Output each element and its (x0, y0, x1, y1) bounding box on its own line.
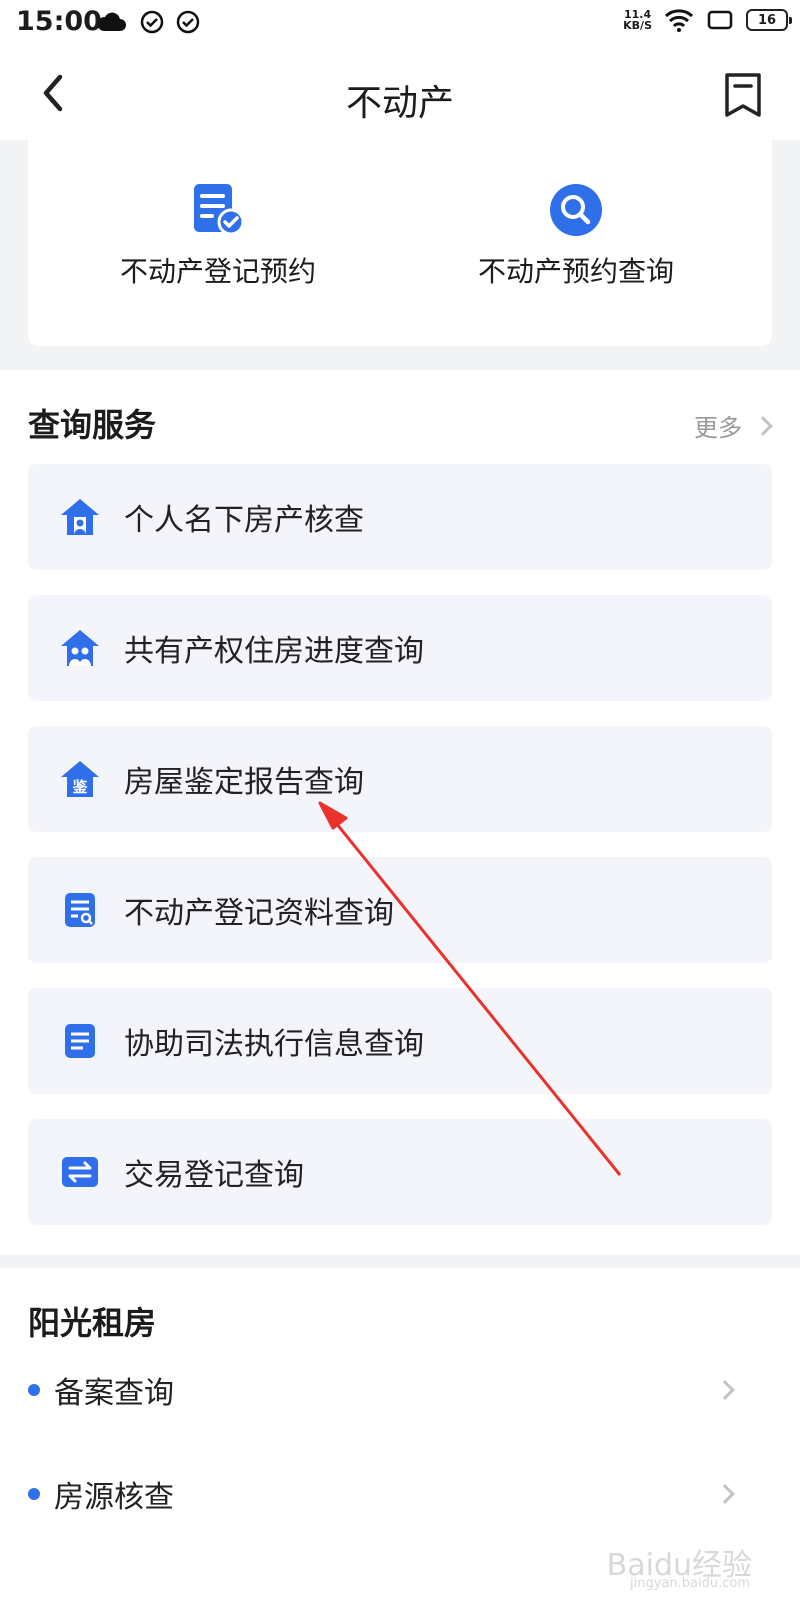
service-item-label: 交易登记查询 (124, 1158, 304, 1193)
rental-item-filing-query[interactable]: 备案查询 (28, 1360, 772, 1420)
service-item-shared-property-progress[interactable]: 共有产权住房进度查询 (28, 595, 772, 701)
watermark-url: jingyan.baidu.com (630, 1576, 750, 1591)
check-circle-icon (140, 10, 164, 34)
service-item-transaction-registration-query[interactable]: 交易登记查询 (28, 1119, 772, 1225)
quick-actions-card: 不动产登记预约 不动产预约查询 (28, 140, 772, 346)
status-bar: 15:00 11.4 KB/S 16 (0, 0, 800, 46)
bookmark-button[interactable] (722, 72, 764, 118)
service-item-appraisal-report-query[interactable]: 鉴 房屋鉴定报告查询 (28, 726, 772, 832)
status-notifications (96, 10, 200, 34)
page-title: 不动产 (345, 83, 454, 124)
quick-action-label: 不动产登记预约 (119, 255, 316, 288)
query-services-section: 查询服务 更多 个人名下房产核查 共有产权住房进度查询 鉴 房屋鉴定报告查询 不… (0, 370, 800, 1255)
status-indicators: 11.4 KB/S 16 (623, 8, 792, 32)
chevron-right-icon (715, 1484, 735, 1504)
chevron-right-icon (753, 415, 773, 436)
screen-icon (707, 10, 733, 30)
service-item-personal-property-check[interactable]: 个人名下房产核查 (28, 464, 772, 570)
battery-indicator: 16 (746, 9, 792, 31)
service-item-label: 协助司法执行信息查询 (124, 1027, 424, 1062)
search-icon (550, 184, 602, 236)
svg-text:鉴: 鉴 (71, 778, 88, 796)
top-nav-bar: 不动产 (0, 46, 800, 140)
service-item-judicial-assist-query[interactable]: 协助司法执行信息查询 (28, 988, 772, 1094)
rental-item-label: 房源核查 (54, 1480, 174, 1515)
quick-action-label: 不动产预约查询 (477, 255, 674, 288)
status-time: 15:00 (16, 6, 102, 37)
service-item-label: 个人名下房产核查 (124, 503, 364, 538)
bookmark-icon (725, 73, 761, 117)
document-icon (65, 1024, 95, 1058)
house-person-icon (61, 499, 99, 535)
house-people-icon (61, 630, 99, 666)
quick-action-register-appointment[interactable]: 不动产登记预约 (58, 182, 378, 290)
wifi-icon (664, 9, 694, 32)
more-link[interactable]: 更多 (694, 408, 773, 443)
service-item-label: 共有产权住房进度查询 (124, 634, 424, 669)
service-item-label: 房屋鉴定报告查询 (124, 765, 364, 800)
rental-item-label: 备案查询 (54, 1376, 174, 1411)
bullet-dot (28, 1384, 40, 1396)
doc-check-icon (194, 184, 245, 236)
quick-action-appointment-query[interactable]: 不动产预约查询 (416, 182, 736, 290)
rental-item-listing-check[interactable]: 房源核查 (28, 1464, 772, 1524)
section-title: 查询服务 (28, 406, 157, 444)
network-speed: 11.4 KB/S (623, 8, 652, 32)
doc-search-icon (65, 893, 95, 927)
cloud-icon (97, 12, 126, 31)
house-appraisal-icon: 鉴 (61, 761, 99, 797)
service-item-registration-data-query[interactable]: 不动产登记资料查询 (28, 857, 772, 963)
bullet-dot (28, 1488, 40, 1500)
chevron-right-icon (715, 1380, 735, 1400)
service-item-label: 不动产登记资料查询 (124, 896, 394, 931)
exchange-icon (62, 1157, 98, 1187)
section-title: 阳光租房 (28, 1304, 157, 1342)
check-circle-icon (176, 10, 200, 34)
